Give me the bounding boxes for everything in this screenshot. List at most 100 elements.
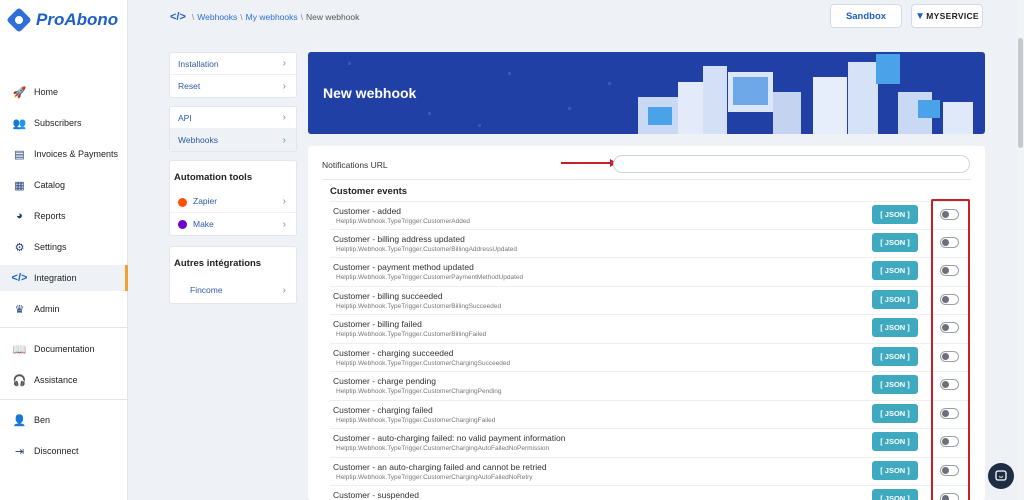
side-item-webhooks[interactable]: Webhooks › [170,129,296,151]
side-item-make[interactable]: Make › [170,213,296,235]
automation-title: Automation tools [174,172,253,183]
json-button[interactable]: [ JSON ] [872,375,918,394]
chevron-right-icon: › [282,284,286,296]
nav-item-home[interactable]: 🚀 Home [0,79,128,105]
event-row: Customer - charging failed Helptip.Webho… [330,400,971,428]
json-button[interactable]: [ JSON ] [872,233,918,252]
nav-item-label: Reports [34,211,66,221]
nav-item-admin[interactable]: ♛ Admin [0,296,128,322]
chat-icon [995,470,1007,481]
nav-item-label: Settings [34,242,67,252]
event-name: Customer - payment method updated [333,262,474,272]
code-icon[interactable]: </> [170,11,186,23]
nav-item-settings[interactable]: ⚙ Settings [0,234,128,260]
json-button[interactable]: [ JSON ] [872,261,918,280]
event-name: Customer - billing failed [333,319,422,329]
side-item-label: Reset [178,81,201,91]
nav-item-label: Integration [34,273,77,283]
invoice-icon: ▤ [14,148,25,161]
nav-item-reports[interactable]: ◕ Reports [0,203,128,229]
event-helptip: Helptip.Webhook.TypeTrigger.CustomerPaym… [336,274,524,281]
nav-item-disconnect[interactable]: ⇥ Disconnect [0,438,128,464]
event-name: Customer - auto-charging failed: no vali… [333,433,566,443]
json-button[interactable]: [ JSON ] [872,489,918,500]
notifications-url-label: Notifications URL [322,160,388,170]
customer-events-title: Customer events [330,186,408,197]
nav-item-catalog[interactable]: ▦ Catalog [0,172,128,198]
nav-item-label: Home [34,87,59,97]
breadcrumb-webhooks[interactable]: Webhooks [197,12,237,22]
side-item-label: Webhooks [178,135,219,145]
sandbox-button[interactable]: Sandbox [830,4,902,28]
breadcrumb-my-webhooks[interactable]: My webhooks [246,12,298,22]
make-icon [178,220,187,230]
side-item-zapier[interactable]: Zapier › [170,191,296,213]
event-helptip: Helptip.Webhook.TypeTrigger.CustomerChar… [336,417,496,424]
json-button[interactable]: [ JSON ] [872,461,918,480]
user-icon: 👤 [12,414,27,427]
scrollbar-thumb[interactable] [1018,38,1023,148]
nav-item-integration[interactable]: </> Integration [0,265,128,291]
json-button[interactable]: [ JSON ] [872,432,918,451]
logo-icon [6,7,32,33]
logout-icon: ⇥ [14,445,25,458]
pie-chart-icon: ◕ [16,210,23,222]
breadcrumb: </> \ Webhooks \ My webhooks \ New webho… [170,11,359,23]
event-name: Customer - an auto-charging failed and c… [333,462,547,472]
side-item-installation[interactable]: Installation › [170,53,296,75]
event-row: Customer - charging succeeded Helptip.We… [330,343,971,371]
event-row: Customer - added Helptip.Webhook.TypeTri… [330,201,971,229]
nav-item-documentation[interactable]: 📖 Documentation [0,336,128,362]
event-name: Customer - charging failed [333,405,433,415]
logo-text: ProAbono [36,10,119,29]
chevron-right-icon: › [282,196,286,207]
headset-icon: 🎧 [12,374,27,387]
logo[interactable]: ProAbono [6,7,119,33]
event-row: Customer - billing failed Helptip.Webhoo… [330,314,971,342]
breadcrumb-separator: \ [191,12,195,22]
webhook-form-card: Notifications URL Customer events Custom… [308,146,985,500]
chevron-right-icon: › [282,112,286,123]
event-row: Customer - auto-charging failed: no vali… [330,428,971,456]
json-button[interactable]: [ JSON ] [872,205,918,224]
nav-item-invoices[interactable]: ▤ Invoices & Payments [0,141,128,167]
crown-icon: ♛ [14,303,25,316]
page-banner: New webhook [308,52,985,134]
side-item-reset[interactable]: Reset › [170,75,296,97]
json-button[interactable]: [ JSON ] [872,404,918,423]
breadcrumb-separator: \ [300,12,304,22]
notifications-url-input[interactable] [613,155,970,173]
side-item-label: API [178,112,192,123]
book-icon: 📖 [12,343,27,356]
event-row: Customer - payment method updated Helpti… [330,257,971,285]
event-helptip: Helptip.Webhook.TypeTrigger.CustomerBill… [336,331,487,338]
breadcrumb-separator: \ [240,12,243,22]
side-item-label: Installation [178,58,219,69]
nav-item-user[interactable]: 👤 Ben [0,407,128,433]
chevron-right-icon: › [282,218,286,230]
json-button[interactable]: [ JSON ] [872,290,918,309]
automation-panel: Automation tools Zapier › Make › [169,160,297,236]
event-helptip: Helptip.Webhook.TypeTrigger.CustomerChar… [336,445,550,452]
event-name: Customer - billing address updated [333,234,465,244]
chevron-right-icon: › [282,80,286,92]
event-row: Customer - billing succeeded Helptip.Web… [330,286,971,314]
nav-item-assistance[interactable]: 🎧 Assistance [0,367,128,393]
chevron-right-icon: › [282,134,286,146]
nav-item-label: Admin [34,304,60,314]
side-item-fincome[interactable]: Fincome › [170,277,296,303]
service-name: MYSERVICE [926,11,979,21]
other-integrations-panel: Autres intégrations Fincome › [169,246,297,304]
json-button[interactable]: [ JSON ] [872,318,918,337]
event-helptip: Helptip.Webhook.TypeTrigger.CustomerChar… [336,360,511,367]
side-item-api[interactable]: API › [170,107,296,129]
toggle-column-highlight [931,199,970,500]
json-button[interactable]: [ JSON ] [872,347,918,366]
service-selector-button[interactable]: ▼ MYSERVICE [911,4,983,28]
event-helptip: Helptip.Webhook.TypeTrigger.CustomerChar… [336,474,533,481]
event-name: Customer - suspended [333,490,419,500]
nav-item-label: Invoices & Payments [34,149,119,159]
nav-item-subscribers[interactable]: 👥 Subscribers [0,110,128,136]
breadcrumb-current: New webhook [306,12,360,22]
chat-button[interactable] [988,463,1014,489]
